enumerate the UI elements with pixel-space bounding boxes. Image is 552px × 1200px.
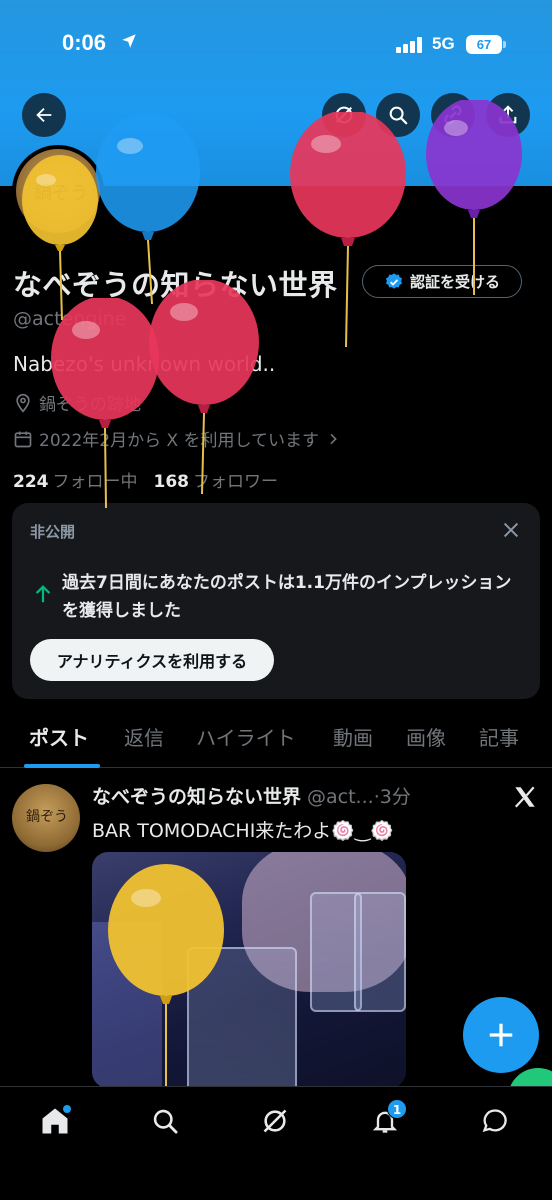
profile-location: 鍋ぞうの跡地 <box>13 390 141 415</box>
status-time: 0:06 <box>62 30 107 55</box>
arrow-left-icon <box>36 107 52 123</box>
network-type: 5G <box>432 34 455 53</box>
compose-post-button[interactable] <box>463 997 539 1073</box>
followers-link[interactable]: 168 フォロワー <box>154 467 279 492</box>
following-count: 224 <box>13 472 49 492</box>
x-logo-icon[interactable] <box>512 784 538 810</box>
location-pin-icon <box>16 393 30 413</box>
private-label: 非公開 <box>30 523 76 541</box>
bottom-navigation: 1 <box>0 1086 552 1200</box>
notification-badge: 1 <box>387 1099 407 1119</box>
calendar-icon <box>14 431 32 447</box>
impressions-message: 過去7日間にあなたのポストは1.1万件のインプレッションを獲得しました <box>62 573 512 621</box>
nav-notifications[interactable]: 1 <box>365 1099 407 1141</box>
photo-glass-3 <box>354 892 406 1012</box>
nav-home[interactable] <box>35 1101 75 1141</box>
analytics-button[interactable]: アナリティクスを利用する <box>30 639 274 681</box>
post-author-handle: @act... <box>307 786 374 808</box>
follow-stats: 224 フォロー中 168 フォロワー <box>13 467 278 492</box>
nav-messages[interactable] <box>475 1101 515 1141</box>
post-image[interactable] <box>92 852 406 1088</box>
profile-name: なべぞうの知らない世界 <box>13 268 338 302</box>
profile-bio: Nabezo's unknown world.. <box>13 352 276 376</box>
close-icon[interactable] <box>500 519 522 541</box>
search-icon <box>389 106 408 125</box>
nav-search[interactable] <box>145 1101 185 1141</box>
tab-images[interactable]: 画像 <box>406 722 446 751</box>
following-link[interactable]: 224 フォロー中 <box>13 467 138 492</box>
balloon-red-3 <box>149 280 259 495</box>
tab-replies[interactable]: 返信 <box>124 722 164 751</box>
status-bar: 0:06 5G 67 <box>0 0 552 90</box>
share-icon <box>499 105 517 124</box>
grok-icon <box>335 106 353 124</box>
profile-handle: @actengine <box>13 308 127 330</box>
profile-tabs: ポスト 返信 ハイライト 動画 画像 記事 <box>0 714 552 768</box>
profile-joined[interactable]: 2022年2月から X を利用しています <box>13 426 341 451</box>
battery-indicator: 67 <box>466 35 506 54</box>
post-author-avatar[interactable]: 鍋ぞう <box>12 784 80 852</box>
verified-badge-icon <box>385 272 402 289</box>
post-avatar-logo-text: 鍋ぞう <box>26 809 68 825</box>
joined-text: 2022年2月から X を利用しています <box>39 431 320 451</box>
active-tab-indicator <box>24 764 100 768</box>
tab-articles[interactable]: 記事 <box>479 722 519 751</box>
search-button[interactable] <box>376 93 420 137</box>
followers-label: フォロワー <box>193 472 278 492</box>
post-author-name[interactable]: なべぞうの知らない世界 <box>92 786 301 808</box>
followers-count: 168 <box>153 472 190 492</box>
profile-avatar[interactable]: 鍋ぞう <box>12 145 104 237</box>
message-bubble-icon <box>482 1109 507 1133</box>
impressions-card: 非公開 過去7日間にあなたのポストは1.1万件のインプレッションを獲得しました … <box>12 503 540 699</box>
tab-posts[interactable]: ポスト <box>29 722 89 751</box>
get-verified-label: 認証を受ける <box>409 273 500 291</box>
search-icon <box>153 1109 178 1134</box>
photo-glass-1 <box>187 947 297 1088</box>
share-button[interactable] <box>486 93 530 137</box>
location-arrow-icon <box>122 34 136 48</box>
grok-icon <box>263 1109 287 1133</box>
trend-up-arrow-icon <box>35 585 51 603</box>
home-unread-dot <box>63 1105 71 1113</box>
following-label: フォロー中 <box>52 472 138 492</box>
tab-highlights[interactable]: ハイライト <box>196 722 296 751</box>
chevron-right-icon <box>330 433 337 444</box>
avatar-logo-text: 鍋ぞう <box>34 183 88 204</box>
cellular-signal-icon <box>396 37 422 53</box>
post-time: ·3分 <box>373 786 411 808</box>
tab-videos[interactable]: 動画 <box>333 722 373 751</box>
photo-blue-light <box>92 922 162 1088</box>
back-button[interactable] <box>22 93 66 137</box>
link-icon <box>444 105 462 125</box>
link-button[interactable] <box>431 93 475 137</box>
plus-icon <box>489 1023 513 1047</box>
get-verified-button[interactable]: 認証を受ける <box>362 265 522 298</box>
grok-button[interactable] <box>322 93 366 137</box>
location-text: 鍋ぞうの跡地 <box>39 395 141 415</box>
post-text: BAR TOMODACHI来たわよ🍥‿🍥 <box>92 820 394 842</box>
nav-grok[interactable] <box>255 1101 295 1141</box>
post-header: なべぞうの知らない世界 @act...·3分 <box>92 782 411 809</box>
